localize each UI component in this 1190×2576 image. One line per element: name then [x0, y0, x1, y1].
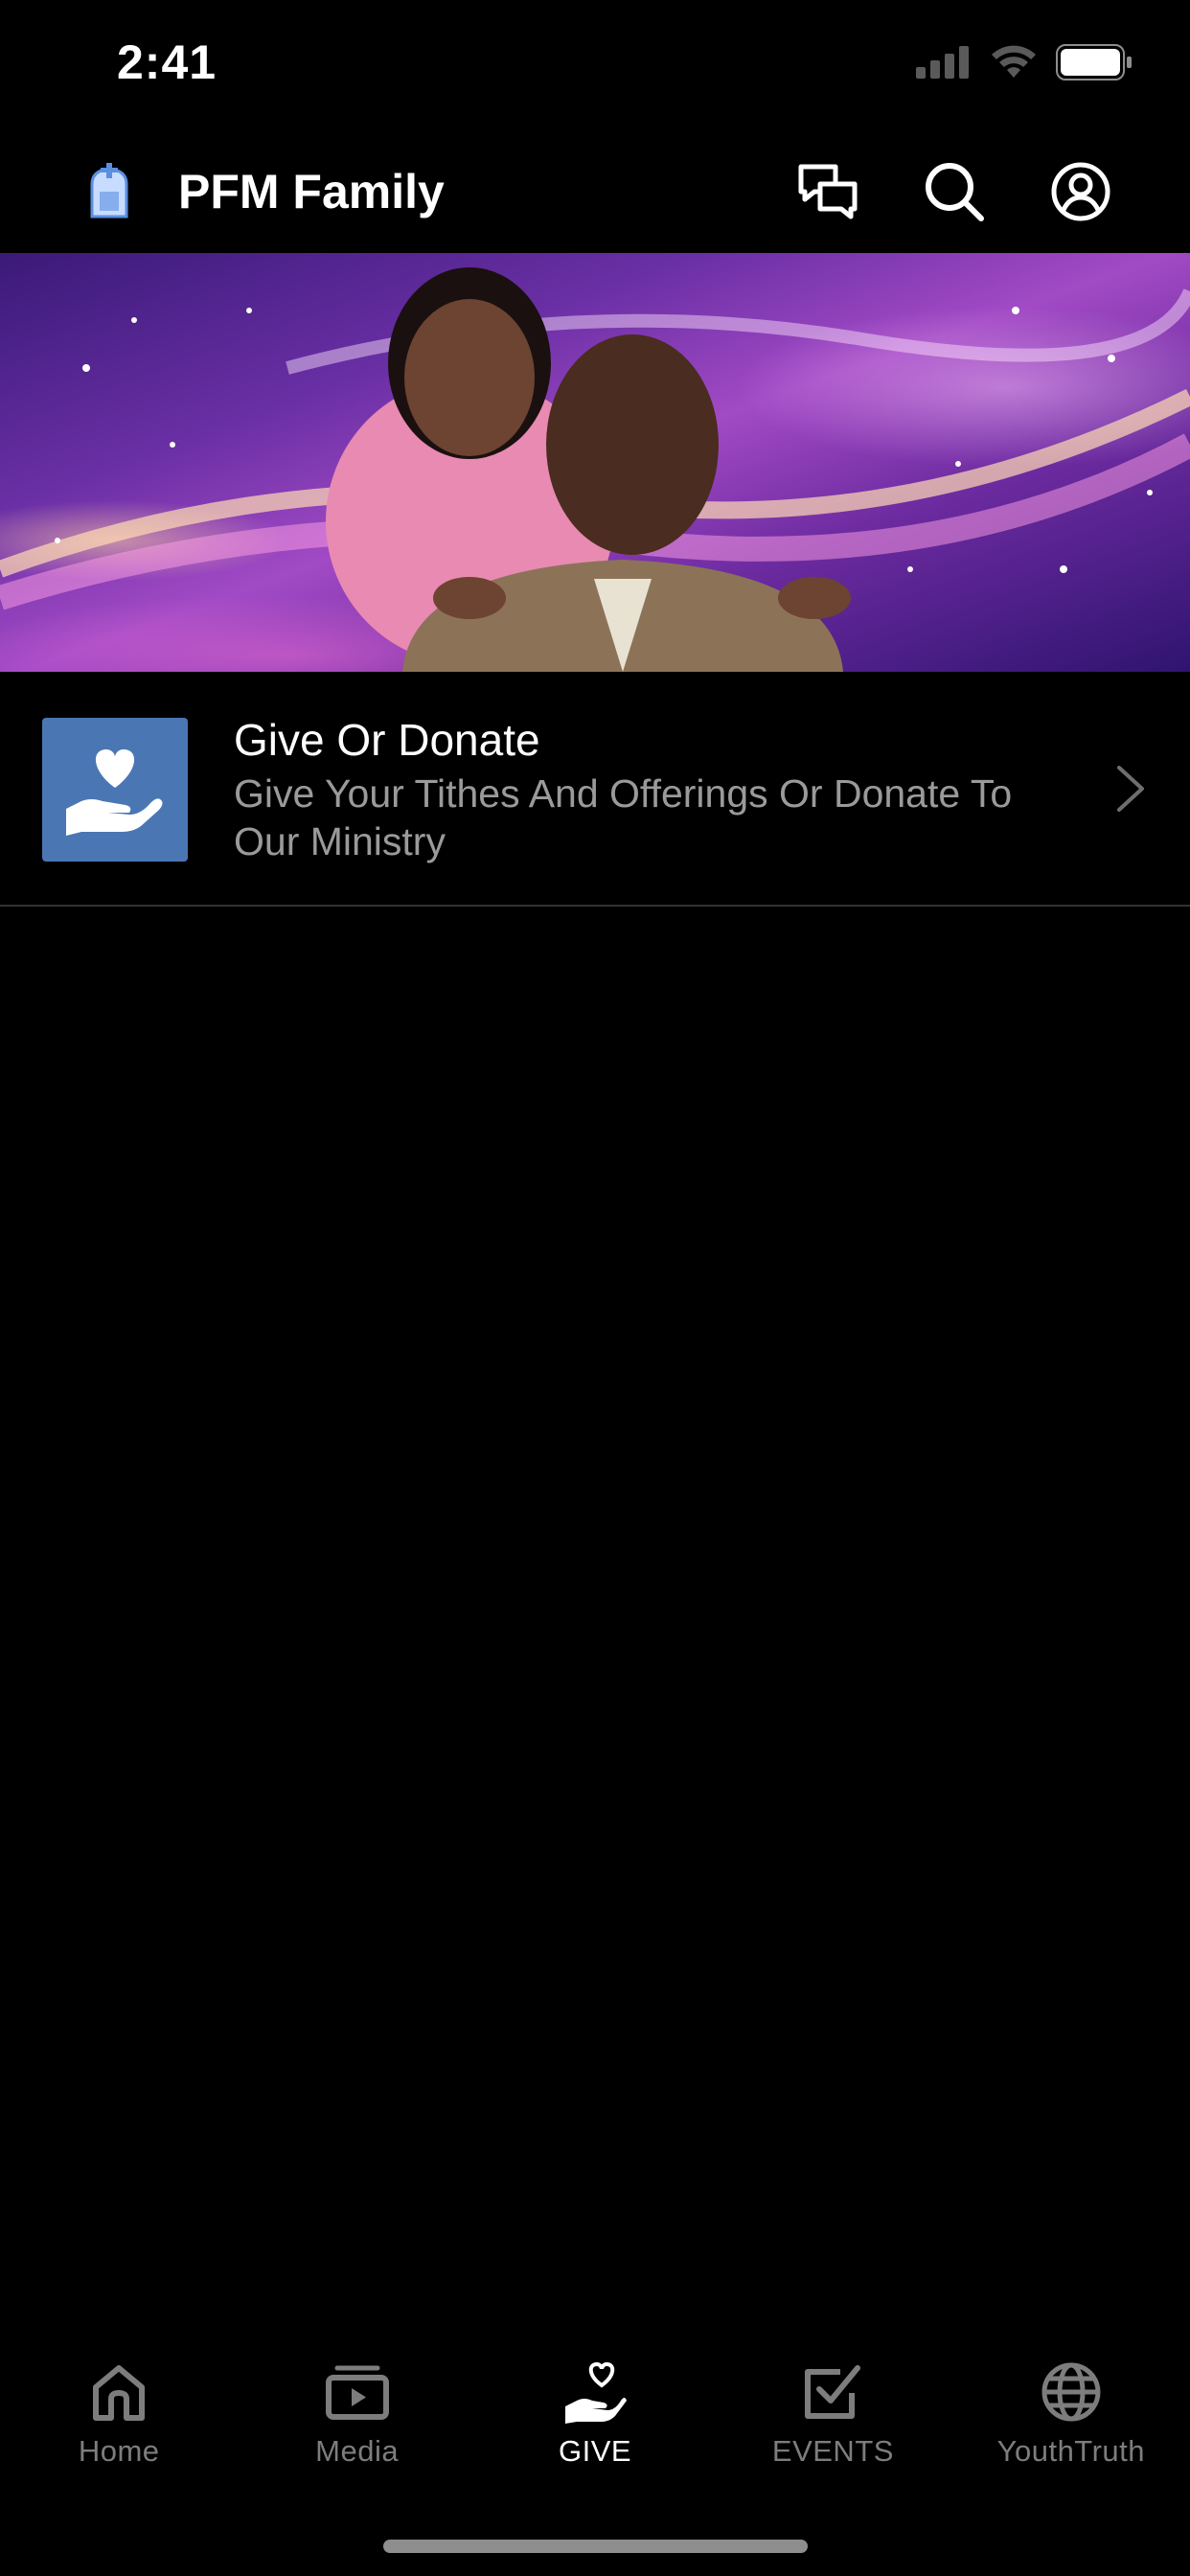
app-header: PFM Family [0, 128, 1190, 253]
tab-home-label: Home [78, 2434, 160, 2468]
give-or-donate-item[interactable]: Give Or Donate Give Your Tithes And Offe… [0, 672, 1190, 906]
tab-youthtruth[interactable]: YouthTruth [952, 2329, 1190, 2511]
tab-media[interactable]: Media [238, 2329, 475, 2511]
give-item-thumbnail [42, 718, 188, 862]
status-bar: 2:41 [0, 0, 1190, 128]
chevron-right-icon [1117, 766, 1144, 812]
tab-events-label: EVENTS [771, 2434, 894, 2468]
banner-illustration [0, 267, 1190, 672]
tab-give[interactable]: GIVE [476, 2329, 714, 2511]
give-item-subtitle: Give Your Tithes And Offerings Or Donate… [234, 771, 1013, 863]
chat-button[interactable] [793, 157, 862, 226]
account-icon [1051, 162, 1110, 221]
status-time: 2:41 [117, 35, 217, 89]
events-icon [798, 2358, 867, 2426]
chat-icon [798, 164, 858, 219]
app-title: PFM Family [178, 165, 445, 218]
home-indicator[interactable] [383, 2540, 808, 2553]
tab-events[interactable]: EVENTS [714, 2329, 951, 2511]
home-icon [84, 2358, 153, 2426]
wifi-icon [992, 45, 1036, 78]
tab-media-label: Media [315, 2434, 400, 2468]
battery-icon [1056, 44, 1132, 80]
status-icons [916, 44, 1133, 80]
banner-image [0, 253, 1190, 672]
app-logo-icon [84, 163, 134, 220]
cellular-signal-icon [916, 46, 969, 79]
heart-hand-icon [66, 749, 163, 836]
give-item-title: Give Or Donate [234, 715, 540, 765]
row-divider [0, 905, 1190, 907]
tab-home[interactable]: Home [0, 2329, 238, 2511]
globe-icon [1037, 2358, 1106, 2426]
account-button[interactable] [1046, 157, 1115, 226]
tab-bar: Home Media GIVE EVENTS YouthTruth [0, 2329, 1190, 2511]
search-icon [926, 163, 984, 221]
give-icon [561, 2358, 629, 2426]
media-icon [323, 2358, 392, 2426]
tab-youthtruth-label: YouthTruth [996, 2434, 1146, 2468]
search-button[interactable] [920, 157, 989, 226]
tab-give-label: GIVE [558, 2434, 632, 2468]
